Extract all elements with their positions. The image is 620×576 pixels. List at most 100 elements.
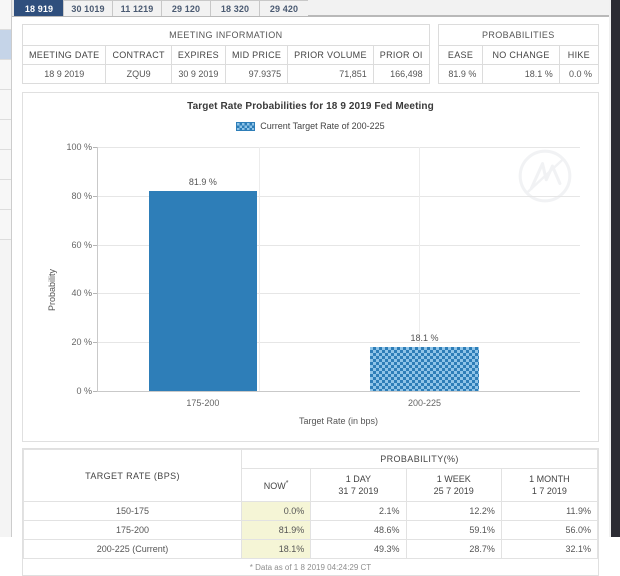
column-header-1-day-line1: 1 DAY	[345, 474, 372, 484]
tab-label: 18 919	[24, 3, 54, 14]
chart-x-axis-label: Target Rate (in bps)	[298, 416, 379, 426]
table-row: 150-175 0.0% 2.1% 12.2% 11.9%	[23, 501, 599, 522]
background-strip-row	[0, 0, 11, 30]
chart-legend: Current Target Rate of 200-225	[23, 121, 598, 131]
tab-label: 29 120	[171, 3, 201, 14]
column-header-1-month-line2: 1 7 2019	[531, 486, 567, 497]
cell-1day-200-225: 49.3%	[310, 539, 407, 560]
column-header-1-month-line1: 1 MONTH	[529, 474, 570, 484]
background-strip-row	[0, 180, 11, 210]
cell-expires: 30 9 2019	[170, 64, 226, 84]
tab-meeting-11-1219[interactable]: 11 1219	[112, 0, 161, 16]
legend-swatch-icon	[236, 121, 256, 131]
column-header-meeting-date: MEETING DATE	[21, 45, 107, 65]
meeting-information-table: MEETING INFORMATION MEETING DATE CONTRAC…	[21, 24, 430, 84]
y-tick-60: 60 %	[71, 239, 97, 250]
column-header-ease: EASE	[437, 45, 484, 65]
tab-meeting-30-1019[interactable]: 30 1019	[63, 0, 112, 16]
cell-no-change: 18.1 %	[482, 64, 560, 84]
tab-label: 11 1219	[120, 3, 154, 14]
chart-plot-wrapper: Probability 100 % 80 % 60 % 40 % 20 % 0 …	[23, 139, 598, 441]
y-tick-80: 80 %	[71, 190, 97, 201]
tab-label: 29 420	[269, 3, 299, 14]
column-header-now: NOW*	[240, 467, 312, 503]
tab-meeting-29-420[interactable]: 29 420	[259, 0, 308, 16]
cell-rate-200-225: 200-225 (Current)	[23, 539, 242, 560]
table-header-row: MEETING DATE CONTRACT EXPIRES MID PRICE …	[21, 45, 430, 65]
legend-label: Current Target Rate of 200-225	[260, 121, 385, 131]
column-header-1-week-line2: 25 7 2019	[433, 486, 474, 497]
bar-value-label-200-225: 18.1 %	[410, 332, 439, 343]
column-header-now-asterisk: *	[285, 479, 289, 487]
tab-label: 18 320	[220, 3, 250, 14]
cell-rate-150-175: 150-175	[23, 501, 242, 522]
background-strip-row-selected	[0, 30, 11, 60]
table-header-row: PROBABILITIES	[437, 24, 600, 46]
cell-1week-200-225: 28.7%	[405, 539, 502, 560]
tab-bar-filler	[308, 0, 609, 16]
column-header-no-change: NO CHANGE	[482, 45, 560, 65]
tab-meeting-18-320[interactable]: 18 320	[210, 0, 259, 16]
column-header-contract: CONTRACT	[105, 45, 172, 65]
table-header-row: EASE NO CHANGE HIKE	[437, 45, 600, 65]
cell-now-200-225: 18.1%	[240, 539, 312, 560]
column-header-1-month: 1 MONTH 1 7 2019	[500, 467, 599, 503]
background-right-strip	[611, 0, 620, 537]
chart-y-axis-label: Probability	[47, 268, 58, 312]
summary-tables-row: MEETING INFORMATION MEETING DATE CONTRAC…	[12, 17, 609, 84]
meeting-tab-bar: 18 919 30 1019 11 1219 29 120 18 320 29 …	[12, 0, 609, 17]
column-header-mid-price: MID PRICE	[224, 45, 289, 65]
column-header-probability: PROBABILITY(%)	[241, 449, 598, 469]
table-row: 200-225 (Current) 18.1% 49.3% 28.7% 32.1…	[23, 539, 599, 560]
table-header-row: TARGET RATE (BPS) PROBABILITY(%)	[23, 448, 598, 503]
cell-1week-150-175: 12.2%	[405, 501, 502, 522]
column-header-1-week: 1 WEEK 25 7 2019	[405, 467, 502, 503]
background-strip-row	[0, 60, 11, 90]
column-header-expires: EXPIRES	[170, 45, 226, 65]
bar-value-label-175-200: 81.9 %	[188, 177, 217, 188]
column-header-1-day-line2: 31 7 2019	[338, 486, 379, 497]
table-header-row: MEETING INFORMATION	[22, 24, 430, 46]
column-header-target-rate: TARGET RATE (BPS)	[23, 448, 242, 503]
bar-175-200[interactable]: 81.9 % 175-200	[148, 177, 258, 408]
column-header-prior-volume: PRIOR VOLUME	[287, 45, 374, 65]
cell-1day-150-175: 2.1%	[310, 501, 407, 522]
background-strip-row	[0, 120, 11, 150]
x-tick-200-225: 200-225	[408, 398, 442, 408]
cell-prior-volume: 71,851	[287, 64, 374, 84]
cell-1month-200-225: 32.1%	[500, 539, 599, 560]
background-strip-row	[0, 150, 11, 180]
probabilities-header: PROBABILITIES	[437, 24, 600, 46]
column-header-1-week-line1: 1 WEEK	[436, 474, 471, 484]
gridline-100	[98, 147, 580, 148]
background-strip-row	[0, 210, 11, 240]
background-left-strip	[0, 0, 12, 537]
chart-title: Target Rate Probabilities for 18 9 2019 …	[187, 101, 434, 112]
cell-now-150-175: 0.0%	[240, 501, 312, 522]
cell-1month-150-175: 11.9%	[500, 501, 599, 522]
column-header-now-line1: NOW	[263, 480, 286, 491]
column-header-prior-oi: PRIOR OI	[372, 45, 430, 65]
fedwatch-panel: 18 919 30 1019 11 1219 29 120 18 320 29 …	[12, 0, 609, 576]
table-row: 81.9 % 18.1 % 0.0 %	[437, 64, 600, 84]
y-tick-0: 0 %	[76, 386, 97, 396]
tab-meeting-18-919[interactable]: 18 919	[14, 0, 63, 16]
probabilities-summary-table: PROBABILITIES EASE NO CHANGE HIKE 81.9 %…	[437, 24, 600, 84]
y-tick-20: 20 %	[71, 337, 97, 348]
cell-ease: 81.9 %	[437, 64, 484, 84]
probability-detail-table: TARGET RATE (BPS) PROBABILITY(%) NOW* 1 …	[23, 448, 599, 560]
x-tick-175-200: 175-200	[186, 398, 220, 408]
table-row: 18 9 2019 ZQU9 30 9 2019 97.9375 71,851 …	[21, 64, 430, 84]
gridline-vertical-1	[258, 147, 260, 391]
column-header-hike: HIKE	[558, 45, 600, 65]
data-timestamp-footnote: * Data as of 1 8 2019 04:24:29 CT	[249, 563, 372, 573]
tab-label: 30 1019	[71, 3, 105, 14]
bar-200-225[interactable]: 18.1 % 200-225	[370, 333, 479, 408]
cell-prior-oi: 166,498	[372, 64, 430, 84]
tab-meeting-29-120[interactable]: 29 120	[161, 0, 210, 16]
target-rate-probabilities-chart: Target Rate Probabilities for 18 9 2019 …	[22, 92, 599, 442]
meeting-information-header: MEETING INFORMATION	[22, 24, 430, 46]
cell-meeting-date: 18 9 2019	[21, 64, 107, 84]
y-tick-100: 100 %	[66, 142, 97, 152]
cell-mid-price: 97.9375	[224, 64, 289, 84]
